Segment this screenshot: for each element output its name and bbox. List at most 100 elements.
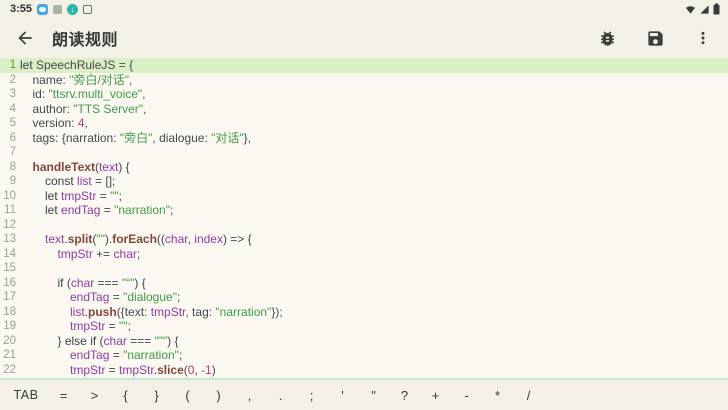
code-editor[interactable]: 1let SpeechRuleJS = {2name: "旁白/对话",3id:…: [0, 58, 728, 378]
code-text: list.push({text: tmpStr, tag: "narration…: [20, 305, 283, 320]
symbol-key[interactable]: ': [327, 380, 358, 410]
code-line[interactable]: 2name: "旁白/对话",: [0, 73, 728, 88]
back-button[interactable]: [12, 25, 38, 51]
code-token-pl: },: [244, 131, 251, 145]
code-token-pl: ,: [85, 116, 88, 130]
code-line[interactable]: 3 id: "ttsrv.multi_voice",: [0, 87, 728, 102]
code-token-str: "旁白/对话": [69, 73, 129, 87]
overflow-menu-button[interactable]: [692, 27, 714, 49]
code-line[interactable]: 8 handleText(text) {: [0, 160, 728, 175]
symbol-key[interactable]: (: [172, 380, 203, 410]
code-line[interactable]: 11let endTag = "narration";: [0, 203, 728, 218]
code-token-num: -1: [201, 363, 212, 377]
overflow-menu-icon: [695, 29, 711, 47]
code-line[interactable]: 14tmpStr += char;: [0, 247, 728, 262]
code-text: tmpStr = "";: [20, 319, 131, 334]
line-number: 13: [0, 232, 16, 247]
code-token-id: text: [45, 232, 64, 246]
symbol-key[interactable]: ): [203, 380, 234, 410]
messenger-app-icon: [37, 4, 48, 15]
code-token-pl: ,: [142, 87, 145, 101]
code-token-id: text: [99, 160, 118, 174]
code-token-id: endTag: [61, 203, 100, 217]
code-token-pl: id:: [33, 87, 49, 101]
code-text: text.split("").forEach((char, index) => …: [20, 232, 252, 247]
code-line[interactable]: 22tmpStr = tmpStr.slice(0, -1): [0, 363, 728, 378]
wifi-icon: [685, 4, 696, 15]
code-text: handleText(text) {: [20, 160, 130, 175]
symbol-key[interactable]: >: [79, 380, 110, 410]
code-token-kw: const: [45, 174, 74, 188]
code-line[interactable]: 19tmpStr = "";: [0, 319, 728, 334]
symbol-key[interactable]: +: [420, 380, 451, 410]
code-text: author: "TTS Server",: [20, 102, 146, 117]
line-number: 22: [0, 363, 16, 378]
code-token-pl: name:: [33, 73, 70, 87]
code-token-pl: });: [271, 305, 282, 319]
code-line[interactable]: 1let SpeechRuleJS = {: [0, 58, 728, 73]
line-number: 20: [0, 334, 16, 349]
symbol-key[interactable]: ;: [296, 380, 327, 410]
line-number: 4: [0, 102, 16, 117]
code-line[interactable]: 4 author: "TTS Server",: [0, 102, 728, 117]
symbol-key[interactable]: *: [482, 380, 513, 410]
cellular-signal-icon: [699, 4, 710, 15]
code-line[interactable]: 20 } else if (char === "”") {: [0, 334, 728, 349]
code-line[interactable]: 16if (char === "“") {: [0, 276, 728, 291]
code-token-id: char: [114, 247, 137, 261]
code-line[interactable]: 21endTag = "narration";: [0, 348, 728, 363]
line-number: 8: [0, 160, 16, 175]
code-token-id: tmpStr: [70, 319, 105, 333]
code-token-pl: ;: [119, 189, 122, 203]
code-line[interactable]: 12: [0, 218, 728, 233]
code-token-id: endTag: [70, 290, 109, 304]
symbol-key[interactable]: {: [110, 380, 141, 410]
symbol-key[interactable]: =: [48, 380, 79, 410]
code-line[interactable]: 7: [0, 145, 728, 160]
code-token-pl: tags: {narration:: [33, 131, 120, 145]
code-token-str: "“": [122, 276, 135, 290]
code-token-str: "": [119, 319, 128, 333]
code-token-pl: (: [64, 276, 71, 290]
code-token-kw: let: [20, 58, 33, 72]
code-line[interactable]: 6 tags: {narration: "旁白", dialogue: "对话"}…: [0, 131, 728, 146]
code-token-pl: ===: [127, 334, 155, 348]
symbol-key[interactable]: ": [358, 380, 389, 410]
code-line[interactable]: 18list.push({text: tmpStr, tag: "narrati…: [0, 305, 728, 320]
symbol-key[interactable]: /: [513, 380, 544, 410]
code-text: id: "ttsrv.multi_voice",: [20, 87, 146, 102]
code-token-pl: =: [109, 290, 123, 304]
line-number: 6: [0, 131, 16, 146]
symbol-key[interactable]: ,: [234, 380, 265, 410]
code-line[interactable]: 17endTag = "dialogue";: [0, 290, 728, 305]
code-text: } else if (char === "”") {: [20, 334, 178, 349]
bug-icon: [598, 29, 617, 48]
code-text: const list = [];: [20, 174, 115, 189]
symbol-key[interactable]: -: [451, 380, 482, 410]
code-token-pl: =: [109, 348, 123, 362]
code-token-id: char: [165, 232, 188, 246]
code-text: tags: {narration: "旁白", dialogue: "对话"},: [20, 131, 251, 146]
symbol-key[interactable]: .: [265, 380, 296, 410]
symbol-key[interactable]: ?: [389, 380, 420, 410]
code-token-str: "narration": [123, 348, 179, 362]
code-token-pl: ;: [179, 348, 182, 362]
save-icon: [646, 29, 665, 48]
symbol-key[interactable]: }: [141, 380, 172, 410]
code-line[interactable]: 10let tmpStr = "";: [0, 189, 728, 204]
code-text: endTag = "narration";: [20, 348, 182, 363]
save-button[interactable]: [644, 27, 666, 49]
code-line[interactable]: 5version: 4,: [0, 116, 728, 131]
code-token-num: 4: [78, 116, 85, 130]
code-token-pl: author:: [33, 102, 74, 116]
line-number: 3: [0, 87, 16, 102]
code-text: name: "旁白/对话",: [20, 73, 132, 88]
code-line[interactable]: 13 text.split("").forEach((char, index) =…: [0, 232, 728, 247]
code-line[interactable]: 9const list = [];: [0, 174, 728, 189]
code-token-id: tmpStr: [61, 189, 96, 203]
debug-button[interactable]: [596, 27, 618, 49]
code-token-pl: +=: [93, 247, 114, 261]
line-number: 1: [0, 58, 16, 73]
tab-key[interactable]: TAB: [4, 380, 48, 410]
code-line[interactable]: 15: [0, 261, 728, 276]
